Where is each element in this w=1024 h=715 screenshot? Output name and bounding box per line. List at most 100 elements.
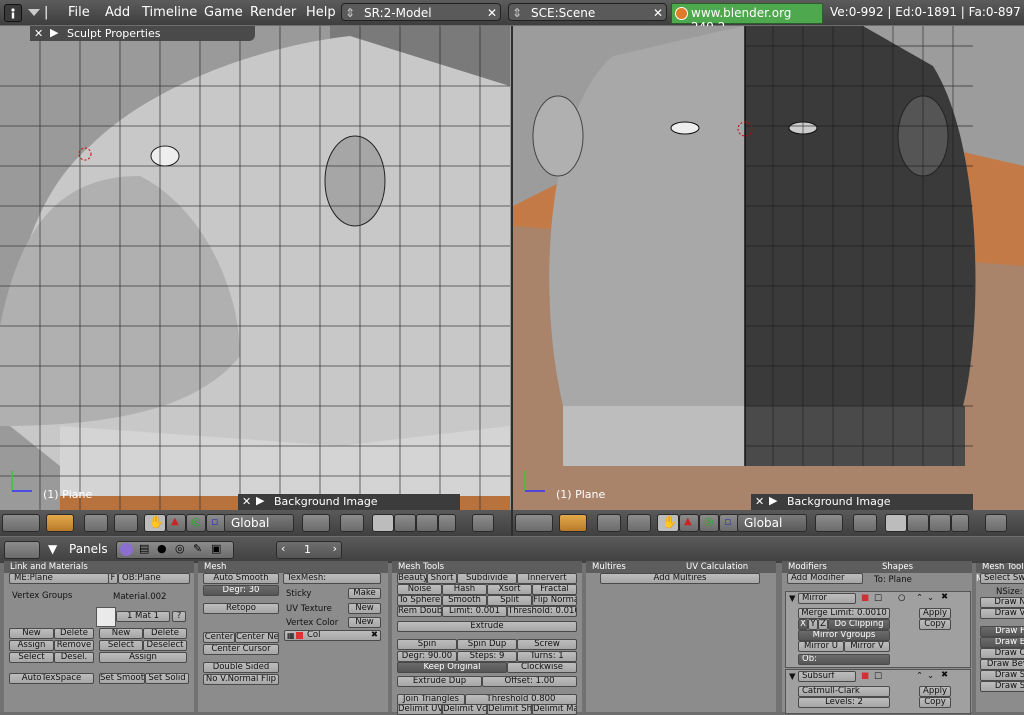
center-cursor-button[interactable]: Center Cursor bbox=[203, 644, 279, 655]
pivot-icon[interactable] bbox=[815, 514, 843, 532]
fractal-button[interactable]: Fractal bbox=[532, 584, 577, 595]
subdivision-type-select[interactable]: Catmull-Clark bbox=[798, 686, 890, 697]
translate-icon[interactable]: ▲ bbox=[679, 514, 699, 532]
close-icon[interactable]: ✕ bbox=[34, 27, 43, 40]
spin-degr-field[interactable]: Degr: 90.00 bbox=[397, 651, 457, 662]
window-type-icon[interactable] bbox=[4, 541, 40, 559]
vgroup-remove-button[interactable]: Remove bbox=[54, 640, 94, 651]
offset-field[interactable]: Offset: 1.00 bbox=[482, 676, 577, 687]
vgroup-deselect-button[interactable]: Desel. bbox=[54, 652, 94, 663]
set-smooth-button[interactable]: Set Smoot bbox=[99, 673, 145, 684]
auto-smooth-toggle[interactable]: Auto Smooth bbox=[203, 573, 279, 584]
threshold-field[interactable]: Threshold: 0.010 bbox=[507, 606, 577, 617]
view-rotate-icon[interactable] bbox=[84, 514, 108, 532]
mirror-copy-button[interactable]: Copy bbox=[919, 619, 951, 630]
link-materials-title-bar[interactable]: Link and Materials bbox=[4, 561, 194, 573]
subsurf-apply-button[interactable]: Apply bbox=[919, 686, 951, 697]
col-layer-field[interactable]: ▦ Col ✖ bbox=[284, 630, 381, 641]
rotate-icon[interactable]: ◎ bbox=[699, 514, 719, 532]
material-delete-button[interactable]: Delete bbox=[143, 628, 187, 639]
viewport-toggle-icon[interactable]: □ bbox=[874, 671, 882, 681]
move-down-icon[interactable]: ⌄ bbox=[927, 671, 934, 681]
expand-arrow-icon[interactable]: ▼ bbox=[789, 594, 796, 604]
close-icon[interactable]: ✕ bbox=[242, 495, 251, 508]
face-select-icon[interactable] bbox=[929, 514, 951, 532]
center-new-button[interactable]: Center New bbox=[235, 632, 279, 643]
set-solid-button[interactable]: Set Solid bbox=[145, 673, 189, 684]
hand-icon[interactable]: ✋ bbox=[657, 514, 679, 532]
subsurf-copy-button[interactable]: Copy bbox=[919, 697, 951, 708]
edge-select-icon[interactable] bbox=[907, 514, 929, 532]
render-toggle-icon[interactable]: ■ bbox=[861, 671, 869, 681]
menu-render[interactable]: Render bbox=[250, 5, 296, 20]
texmesh-field[interactable]: TexMesh: bbox=[283, 573, 381, 584]
axis-z-toggle[interactable]: Z bbox=[818, 619, 828, 630]
translate-icon[interactable]: ▲ bbox=[166, 514, 186, 532]
material-name[interactable]: Material.002 bbox=[113, 592, 166, 602]
draw-bevel-toggle[interactable]: Draw Beve bbox=[980, 659, 1024, 670]
subdivide-button[interactable]: Subdivide bbox=[457, 573, 517, 584]
add-modifier-menu[interactable]: Add Modifier bbox=[787, 573, 863, 584]
double-sided-toggle[interactable]: Double Sided bbox=[203, 662, 279, 673]
levels-field[interactable]: Levels: 2 bbox=[798, 697, 890, 708]
mode-icon[interactable] bbox=[46, 514, 74, 532]
mode-icon[interactable] bbox=[559, 514, 587, 532]
draw-faces-toggle[interactable]: Draw F bbox=[980, 626, 1024, 637]
hash-button[interactable]: Hash bbox=[442, 584, 487, 595]
menu-help[interactable]: Help bbox=[306, 5, 336, 20]
chevron-right-icon[interactable]: › bbox=[333, 542, 337, 555]
scene-selector[interactable]: ⇕ SCE:Scene ✕ bbox=[508, 3, 667, 21]
layers-icon[interactable] bbox=[627, 514, 651, 532]
uv-calculation-tab[interactable]: UV Calculation bbox=[686, 561, 748, 573]
face-select-icon[interactable] bbox=[416, 514, 438, 532]
occlude-icon[interactable] bbox=[951, 514, 969, 532]
retopo-toggle[interactable]: Retopo bbox=[203, 603, 279, 614]
scale-icon[interactable]: ▫ bbox=[206, 514, 226, 532]
material-assign-button[interactable]: Assign bbox=[99, 652, 187, 663]
screw-button[interactable]: Screw bbox=[517, 639, 577, 650]
object-icon[interactable]: ◎ bbox=[175, 542, 185, 555]
draw-seams-toggle[interactable]: Draw S bbox=[980, 670, 1024, 681]
script-icon[interactable]: ▤ bbox=[139, 542, 149, 555]
innervert-button[interactable]: Innervert bbox=[517, 573, 577, 584]
smooth-button[interactable]: Smooth bbox=[442, 595, 487, 606]
vgroup-delete-button[interactable]: Delete bbox=[54, 628, 94, 639]
vgroup-new-button[interactable]: New bbox=[9, 628, 54, 639]
left-orientation-select[interactable]: Global bbox=[224, 514, 294, 532]
vgroup-select-button[interactable]: Select bbox=[9, 652, 54, 663]
render-icon[interactable] bbox=[472, 514, 494, 532]
mirror-object-field[interactable]: Ob: bbox=[798, 654, 890, 665]
center-button[interactable]: Center bbox=[203, 632, 235, 643]
render-icon[interactable] bbox=[985, 514, 1007, 532]
merge-limit-field[interactable]: Merge Limit: 0.0010 bbox=[798, 608, 890, 619]
vgroup-assign-button[interactable]: Assign bbox=[9, 640, 54, 651]
context-buttons[interactable]: ▤ ● ◎ ✎ ▣ bbox=[116, 541, 234, 559]
vertex-select-icon[interactable] bbox=[372, 514, 394, 532]
split-button[interactable]: Split bbox=[487, 595, 532, 606]
keep-original-toggle[interactable]: Keep Original bbox=[397, 662, 507, 673]
flip-normal-button[interactable]: Flip Normal bbox=[532, 595, 577, 606]
occlude-icon[interactable] bbox=[438, 514, 456, 532]
mirror-v-toggle[interactable]: Mirror V bbox=[844, 641, 890, 652]
delimit-vcol-toggle[interactable]: Delimit Vco bbox=[442, 704, 487, 715]
magnet-icon[interactable] bbox=[853, 514, 877, 532]
spin-button[interactable]: Spin bbox=[397, 639, 457, 650]
scene-close-icon[interactable]: ✕ bbox=[653, 4, 663, 22]
to-sphere-button[interactable]: To Sphere bbox=[397, 595, 442, 606]
sculpt-properties-panel[interactable]: ✕ ▶ Sculpt Properties bbox=[30, 26, 255, 41]
editing-icon[interactable]: ▣ bbox=[211, 542, 221, 555]
right-orientation-select[interactable]: Global bbox=[737, 514, 807, 532]
no-vnormal-flip-toggle[interactable]: No V.Normal Flip bbox=[203, 674, 279, 685]
right-bg-image-panel[interactable]: ✕ ▶ Background Image bbox=[751, 494, 973, 510]
play-icon[interactable]: ▶ bbox=[256, 494, 264, 507]
noise-button[interactable]: Noise bbox=[397, 584, 442, 595]
select-swap-button[interactable]: Select Swap bbox=[980, 573, 1024, 584]
draw-vnormals-toggle[interactable]: Draw V bbox=[980, 608, 1024, 619]
short-toggle[interactable]: Short bbox=[427, 573, 457, 584]
modifiers-title-bar[interactable]: Modifiers Shapes bbox=[782, 561, 972, 573]
move-down-icon[interactable]: ⌄ bbox=[927, 593, 934, 603]
move-up-icon[interactable]: ⌃ bbox=[916, 671, 923, 681]
delimit-sharp-toggle[interactable]: Delimit Sha bbox=[487, 704, 532, 715]
object-name-field[interactable]: OB:Plane bbox=[118, 573, 190, 584]
delimit-uv-toggle[interactable]: Delimit UV bbox=[397, 704, 442, 715]
